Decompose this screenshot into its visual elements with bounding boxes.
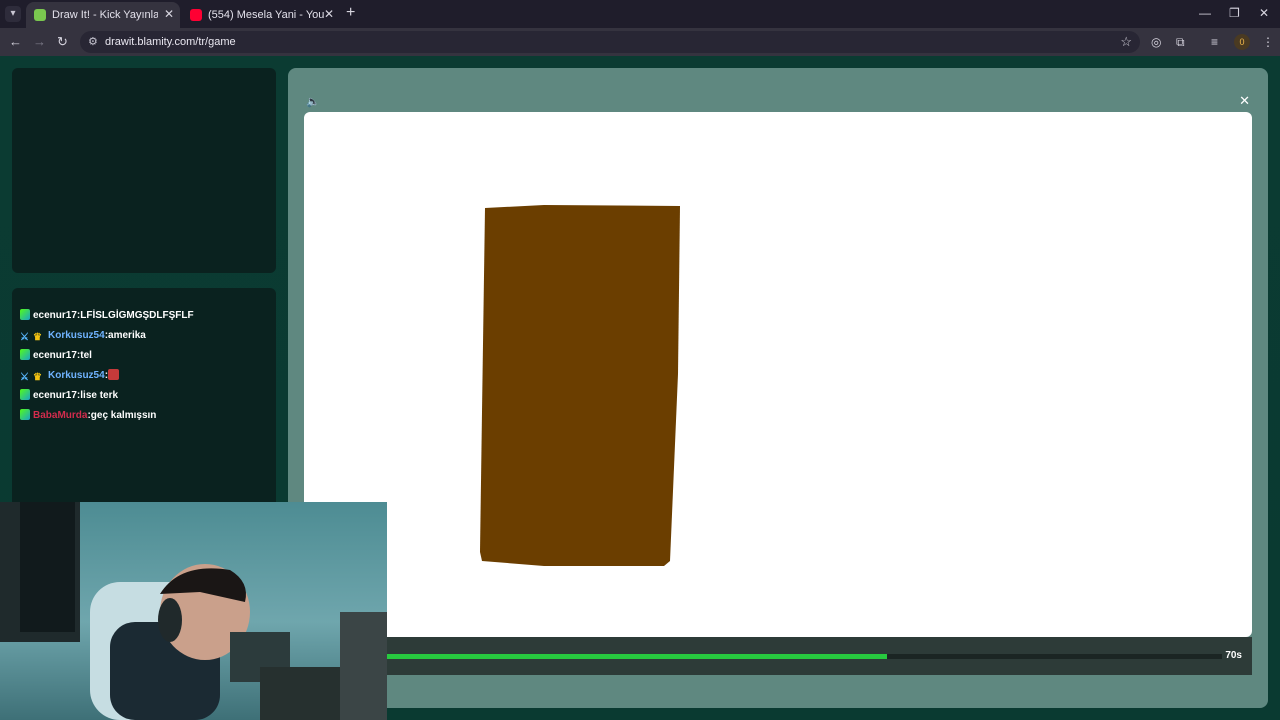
drawing — [480, 205, 680, 566]
tab-youtube[interactable]: (554) Mesela Yani - YouTube ✕ — [182, 2, 340, 28]
chat-message: ecenur17:LFİSLGİGMGŞDLFŞFLF — [20, 308, 194, 324]
tab-title: Draw It! - Kick Yayınları İçin Çizi — [52, 9, 158, 21]
timer-seconds: 70s — [1225, 650, 1242, 661]
drawing-canvas[interactable] — [304, 112, 1252, 637]
subscriber-badge-icon — [20, 309, 30, 320]
chat-message: ecenur17:lise terk — [20, 388, 118, 404]
subscriber-badge-icon — [20, 409, 30, 420]
tab-drawit[interactable]: Draw It! - Kick Yayınları İçin Çizi ✕ — [26, 2, 180, 28]
tab-title: (554) Mesela Yani - YouTube — [208, 9, 324, 21]
forward-icon[interactable]: → — [33, 34, 46, 50]
chat-message: ⚔ ♛ Korkusuz54:amerika — [20, 330, 146, 343]
brown-rectangle-drawing — [480, 205, 680, 566]
minimize-icon[interactable]: — — [1199, 6, 1211, 20]
game-modal: 🔈 ✕ 70s — [288, 68, 1268, 708]
subscriber-badge-icon — [20, 389, 30, 400]
timer-track — [304, 654, 1222, 659]
browser-toolbar: ← → ↻ ⚙ drawit.blamity.com/tr/game ☆ ◎ ⧉… — [0, 28, 1280, 56]
menu-icon[interactable]: ⋮ — [1262, 34, 1274, 50]
drawit-favicon-icon — [34, 9, 46, 21]
restore-icon[interactable]: ❐ — [1229, 6, 1240, 20]
webcam-scene — [0, 502, 387, 720]
tab-close-icon[interactable]: ✕ — [324, 7, 334, 21]
chat-message: ecenur17:tel — [20, 348, 92, 364]
back-icon[interactable]: ← — [9, 34, 22, 50]
webcam-overlay — [0, 502, 387, 720]
extensions-icon[interactable]: ⧉ — [1176, 34, 1185, 50]
browser-tabbar: ▾ Draw It! - Kick Yayınları İçin Çizi ✕ … — [0, 0, 1280, 28]
site-info-icon[interactable]: ⚙ — [88, 35, 98, 48]
new-tab-button[interactable]: + — [346, 5, 355, 21]
address-bar[interactable]: ⚙ drawit.blamity.com/tr/game ☆ — [80, 31, 1140, 53]
timer-bar: 70s — [304, 637, 1252, 675]
close-icon[interactable]: ✕ — [1239, 93, 1250, 109]
reload-icon[interactable]: ↻ — [57, 34, 68, 50]
incognito-icon[interactable]: ◎ — [1151, 34, 1161, 50]
extension-badge[interactable]: 0 — [1234, 34, 1250, 50]
chat-message: ⚔ ♛ Korkusuz54: — [20, 368, 122, 384]
tab-search-button[interactable]: ▾ — [5, 6, 21, 22]
timer-progress-fill — [304, 654, 887, 659]
bookmark-star-icon[interactable]: ☆ — [1120, 34, 1132, 50]
stream-preview — [12, 68, 276, 273]
chat-message: BabaMurda:geç kalmışsın — [20, 408, 156, 424]
url-text: drawit.blamity.com/tr/game — [105, 36, 236, 48]
crown-icon: ♛ — [33, 372, 42, 383]
media-controls-icon[interactable]: ≡ — [1211, 34, 1218, 50]
moderator-sword-icon: ⚔ — [20, 332, 29, 343]
moderator-sword-icon: ⚔ — [20, 372, 29, 383]
tab-close-icon[interactable]: ✕ — [164, 7, 174, 21]
speaker-icon[interactable]: 🔈 — [306, 95, 320, 108]
subscriber-badge-icon — [20, 349, 30, 360]
crown-icon: ♛ — [33, 332, 42, 343]
angry-emote-icon — [108, 369, 120, 380]
youtube-favicon-icon — [190, 9, 202, 21]
window-close-icon[interactable]: ✕ — [1259, 6, 1269, 20]
